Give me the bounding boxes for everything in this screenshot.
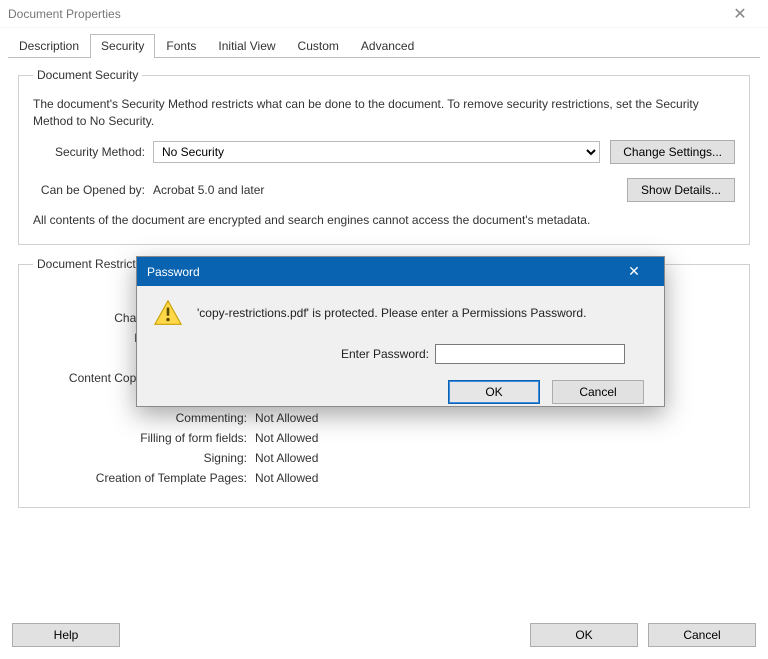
ok-button[interactable]: OK [530,623,638,647]
cancel-button[interactable]: Cancel [648,623,756,647]
restriction-row: Signing: Not Allowed [33,451,735,465]
password-dialog-message: 'copy-restrictions.pdf' is protected. Pl… [197,306,648,320]
opened-by-value: Acrobat 5.0 and later [153,183,617,197]
security-intro-text: The document's Security Method restricts… [33,96,735,130]
restriction-row: Creation of Template Pages: Not Allowed [33,471,735,485]
tab-description[interactable]: Description [8,34,90,58]
window-close-button[interactable]: ✕ [720,0,760,28]
help-button[interactable]: Help [12,623,120,647]
tab-advanced[interactable]: Advanced [350,34,425,58]
window-titlebar: Document Properties ✕ [0,0,768,28]
password-label: Enter Password: [153,347,435,361]
password-ok-button[interactable]: OK [448,380,540,404]
document-security-group: Document Security The document's Securit… [18,68,750,245]
tab-custom[interactable]: Custom [287,34,350,58]
document-security-legend: Document Security [33,68,142,82]
tab-security[interactable]: Security [90,34,155,58]
dialog-footer: Help OK Cancel [0,611,768,659]
password-cancel-button[interactable]: Cancel [552,380,644,404]
restriction-label: Filling of form fields: [33,431,255,445]
restriction-label: Creation of Template Pages: [33,471,255,485]
restriction-value: Not Allowed [255,471,318,485]
change-settings-button[interactable]: Change Settings... [610,140,735,164]
restriction-row: Filling of form fields: Not Allowed [33,431,735,445]
password-dialog-close-button[interactable]: ✕ [614,257,654,286]
restriction-value: Not Allowed [255,451,318,465]
window-title: Document Properties [8,7,121,21]
warning-icon [153,298,183,328]
show-details-button[interactable]: Show Details... [627,178,735,202]
close-icon: ✕ [628,263,640,280]
password-dialog: Password ✕ 'copy-restrictions.pdf' is pr… [136,256,665,407]
restriction-label: Signing: [33,451,255,465]
encryption-note: All contents of the document are encrypt… [33,212,735,229]
tab-fonts[interactable]: Fonts [155,34,207,58]
password-input[interactable] [435,344,625,364]
opened-by-label: Can be Opened by: [33,183,153,197]
password-dialog-title: Password [147,265,200,279]
tabs: Description Security Fonts Initial View … [8,34,760,57]
tab-initial-view[interactable]: Initial View [207,34,286,58]
security-method-label: Security Method: [33,145,153,159]
close-icon: ✕ [733,4,746,24]
security-method-select[interactable]: No Security [153,141,600,163]
password-dialog-titlebar: Password ✕ [137,257,664,286]
restriction-value: Not Allowed [255,431,318,445]
